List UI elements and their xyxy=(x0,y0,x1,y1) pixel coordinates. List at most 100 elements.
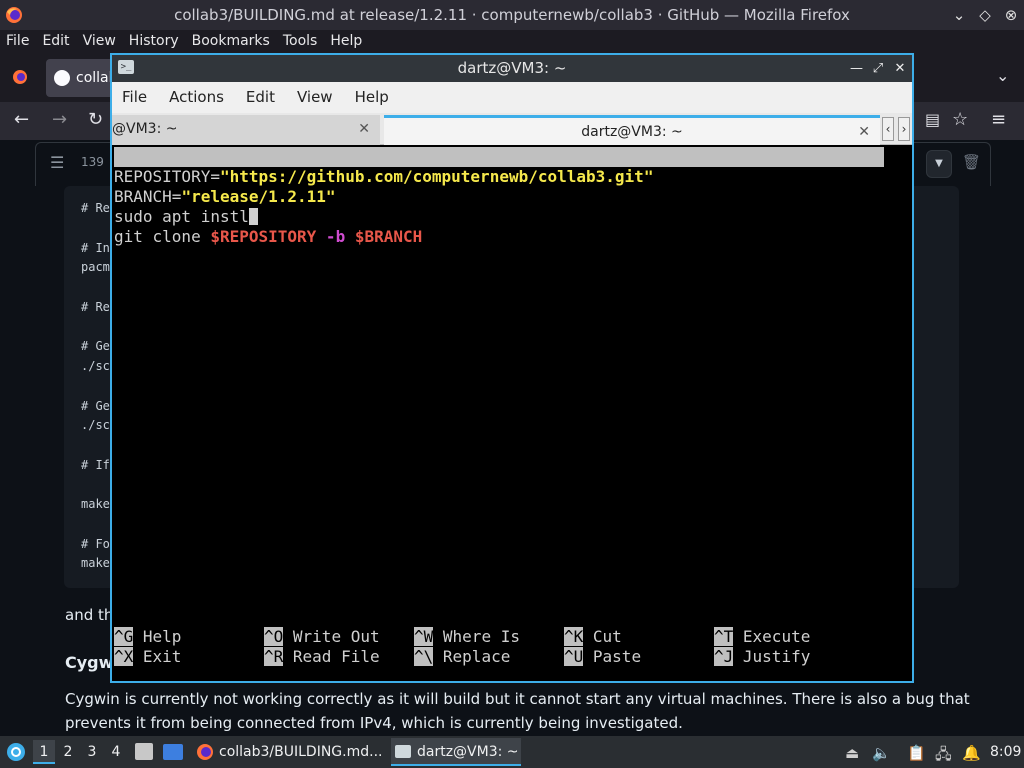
menu-edit[interactable]: Edit xyxy=(42,30,69,52)
taskbar: 1 2 3 4 collab3/BUILDING.md... dartz@VM3… xyxy=(0,736,1024,768)
terminal-body[interactable]: GNU nano 6.2 make-collabvm.sh * REPOSITO… xyxy=(112,145,912,681)
reload-icon[interactable]: ↻ xyxy=(88,109,103,130)
task-label: collab3/BUILDING.md... xyxy=(219,744,383,760)
terminal-titlebar[interactable]: >_ dartz@VM3: ~ — ⤢ ✕ xyxy=(112,55,912,82)
outline-list-icon[interactable]: ☰ xyxy=(50,153,64,172)
github-icon xyxy=(54,70,70,86)
line-text: git clone xyxy=(114,227,211,246)
code-line: # Re xyxy=(81,201,110,215)
string-literal: "release/1.2.11" xyxy=(181,187,336,206)
terminal-tab-active[interactable]: dartz@VM3: ~ ✕ xyxy=(384,115,880,145)
shortcut-label: Help xyxy=(142,627,182,646)
shortcut-key: ^O xyxy=(264,627,284,646)
minimize-icon[interactable]: ⌄ xyxy=(952,0,966,30)
terminal-icon xyxy=(395,745,411,758)
menu-view[interactable]: View xyxy=(83,30,116,52)
terminal-menu-edit[interactable]: Edit xyxy=(246,82,275,113)
maximize-icon[interactable]: ◇ xyxy=(978,0,992,30)
shortcut-key: ^W xyxy=(414,627,434,646)
tab-scroll-right-icon[interactable]: › xyxy=(898,117,910,141)
editor-line: git clone $REPOSITORY -b $BRANCH xyxy=(114,227,422,247)
shortcut-label: Write Out xyxy=(292,627,380,646)
workspace-4[interactable]: 4 xyxy=(105,740,127,764)
reader-view-icon[interactable]: ▤ xyxy=(925,110,940,129)
code-line: pacm xyxy=(81,260,110,274)
terminal-tab[interactable]: @VM3: ~ ✕ xyxy=(112,115,380,145)
back-icon[interactable]: ← xyxy=(14,109,29,130)
workspace-2[interactable]: 2 xyxy=(57,740,79,764)
close-tab-icon[interactable]: ✕ xyxy=(358,115,370,143)
shortcut-label: Where Is xyxy=(442,627,520,646)
nano-header: GNU nano 6.2 make-collabvm.sh * xyxy=(114,147,884,206)
terminal-app-icon: >_ xyxy=(118,60,134,74)
file-manager-icon[interactable] xyxy=(135,743,153,760)
shortcut-execute: ^T Execute xyxy=(714,627,810,647)
cygwin-paragraph-line-2: prevents it from being connected from IP… xyxy=(65,714,683,732)
volume-icon[interactable]: 🔈 xyxy=(872,744,891,762)
nano-filename: make-collabvm.sh * xyxy=(444,187,618,206)
show-desktop-icon[interactable] xyxy=(163,744,183,760)
shortcut-key: ^R xyxy=(264,647,284,666)
menu-help[interactable]: Help xyxy=(330,30,362,52)
taskbar-task-firefox[interactable]: collab3/BUILDING.md... xyxy=(193,738,385,766)
terminal-window-title: dartz@VM3: ~ xyxy=(457,59,567,77)
shortcut-replace: ^\ Replace xyxy=(414,647,510,667)
forward-icon[interactable]: → xyxy=(52,109,67,130)
terminal-menu-view[interactable]: View xyxy=(297,82,333,113)
shortcut-label: Execute xyxy=(742,627,811,646)
shortcut-cut: ^K Cut xyxy=(564,627,622,647)
line-count: 139 xyxy=(81,155,104,169)
shortcut-justify: ^J Justify xyxy=(714,647,810,667)
browser-tab[interactable]: collab xyxy=(46,59,116,97)
firefox-icon xyxy=(197,744,213,760)
terminal-window[interactable]: >_ dartz@VM3: ~ — ⤢ ✕ File Actions Edit … xyxy=(110,53,914,683)
text-cursor xyxy=(248,208,258,225)
maximize-icon[interactable]: ⤢ xyxy=(872,55,884,82)
terminal-menu-help[interactable]: Help xyxy=(355,82,389,113)
desktop: collab3/BUILDING.md at release/1.2.11 · … xyxy=(0,0,1024,768)
app-launcher-icon[interactable] xyxy=(6,742,26,762)
hamburger-menu-icon[interactable]: ≡ xyxy=(991,109,1006,130)
firefox-logo-icon xyxy=(6,7,22,23)
close-icon[interactable]: ✕ xyxy=(894,55,906,82)
shortcut-label: Cut xyxy=(592,627,622,646)
paragraph-text: and th xyxy=(65,606,114,624)
notifications-icon[interactable]: 🔔 xyxy=(962,744,981,762)
shortcut-key: ^J xyxy=(714,647,734,666)
clipboard-icon[interactable]: 📋 xyxy=(907,744,926,762)
shortcut-key: ^G xyxy=(114,627,134,646)
workspace-1[interactable]: 1 xyxy=(33,740,55,764)
shortcut-key: ^X xyxy=(114,647,134,666)
shortcut-key: ^U xyxy=(564,647,584,666)
minimize-icon[interactable]: — xyxy=(850,55,863,82)
trash-icon[interactable]: 🗑 xyxy=(962,153,981,171)
terminal-menu-file[interactable]: File xyxy=(122,82,147,113)
close-icon[interactable]: ⊗ xyxy=(1004,0,1018,30)
menu-file[interactable]: File xyxy=(6,30,29,52)
clock[interactable]: 8:09 xyxy=(990,736,1021,768)
shortcut-key: ^\ xyxy=(414,647,434,666)
editor-line: REPOSITORY="https://github.com/computern… xyxy=(114,167,653,187)
network-icon[interactable]: 🖧 xyxy=(935,744,952,768)
workspace-3[interactable]: 3 xyxy=(81,740,103,764)
shortcut-where-is: ^W Where Is xyxy=(414,627,520,647)
list-all-tabs-icon[interactable]: ⌄ xyxy=(996,66,1009,85)
code-line: # Re xyxy=(81,300,110,314)
firefox-titlebar[interactable]: collab3/BUILDING.md at release/1.2.11 · … xyxy=(0,0,1024,30)
code-line: # Ge xyxy=(81,339,110,353)
terminal-menu-actions[interactable]: Actions xyxy=(169,82,224,113)
menu-history[interactable]: History xyxy=(129,30,179,52)
menu-tools[interactable]: Tools xyxy=(283,30,318,52)
firefox-view-icon[interactable] xyxy=(12,69,28,85)
menu-bookmarks[interactable]: Bookmarks xyxy=(192,30,270,52)
bookmark-star-icon[interactable]: ☆ xyxy=(952,109,968,130)
code-line: # In xyxy=(81,241,110,255)
close-tab-icon[interactable]: ✕ xyxy=(858,118,870,146)
upload-icon[interactable]: ⏏ xyxy=(845,744,859,762)
line-text: BRANCH= xyxy=(114,187,182,206)
taskbar-task-terminal[interactable]: dartz@VM3: ~ xyxy=(391,738,521,766)
tab-scroll-left-icon[interactable]: ‹ xyxy=(882,117,894,141)
code-line: ./sc xyxy=(81,359,110,373)
terminal-tab-label: dartz@VM3: ~ xyxy=(581,124,683,140)
dropdown-chevron-icon[interactable]: ▼ xyxy=(926,150,952,178)
